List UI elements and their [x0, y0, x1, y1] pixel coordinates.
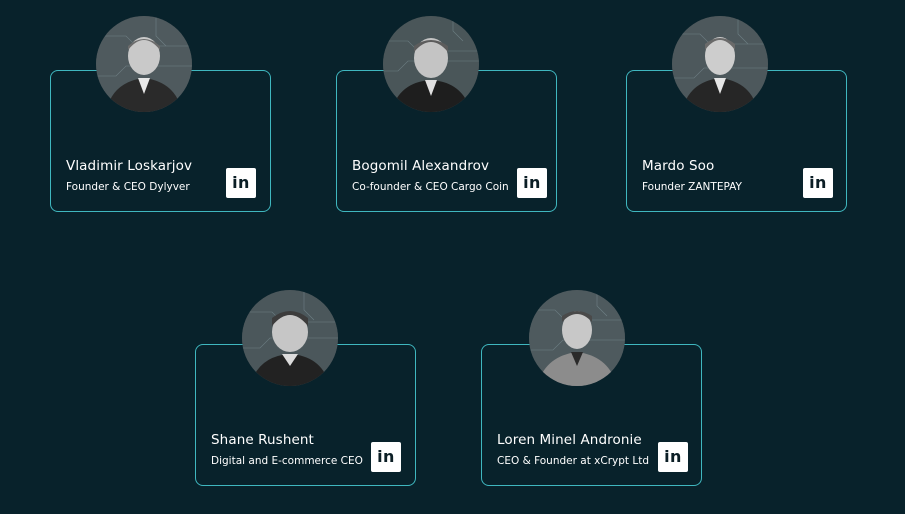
linkedin-button[interactable]: in — [371, 442, 401, 472]
avatar — [96, 16, 192, 112]
member-role: Digital and E-commerce CEO — [211, 455, 363, 467]
member-role: Co-founder & CEO Cargo Coin — [352, 181, 509, 193]
linkedin-button[interactable]: in — [803, 168, 833, 198]
avatar — [242, 290, 338, 386]
member-name: Loren Minel Andronie — [497, 432, 642, 448]
team-section: Vladimir Loskarjov Founder & CEO Dylyver… — [0, 0, 905, 514]
linkedin-icon: in — [523, 173, 541, 192]
member-name: Vladimir Loskarjov — [66, 158, 193, 174]
linkedin-button[interactable]: in — [517, 168, 547, 198]
linkedin-icon: in — [809, 173, 827, 192]
linkedin-button[interactable]: in — [226, 168, 256, 198]
avatar — [672, 16, 768, 112]
member-role: Founder ZANTEPAY — [642, 181, 742, 193]
member-name: Bogomil Alexandrov — [352, 158, 490, 174]
linkedin-icon: in — [377, 447, 395, 466]
linkedin-icon: in — [232, 173, 250, 192]
avatar — [529, 290, 625, 386]
linkedin-button[interactable]: in — [658, 442, 688, 472]
member-role: CEO & Founder at xCrypt Ltd — [497, 455, 649, 467]
member-role: Founder & CEO Dylyver — [66, 181, 190, 193]
member-name: Shane Rushent — [211, 432, 314, 448]
member-name: Mardo Soo — [642, 158, 715, 174]
linkedin-icon: in — [664, 447, 682, 466]
avatar — [383, 16, 479, 112]
